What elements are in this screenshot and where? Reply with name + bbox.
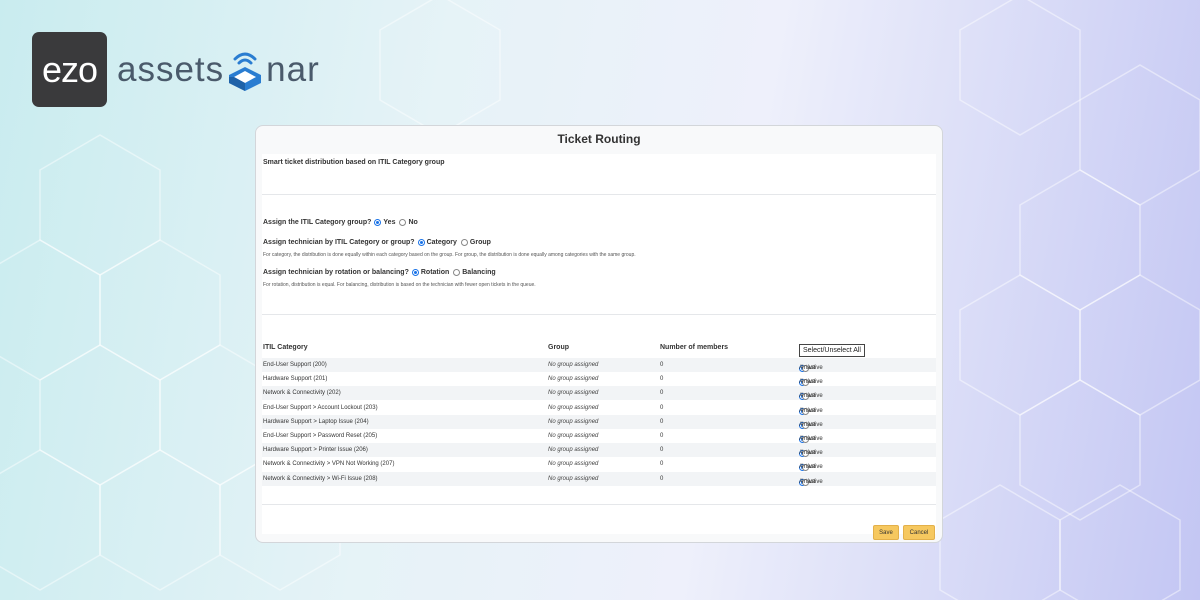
- radio-rotation-control[interactable]: [411, 269, 419, 276]
- header-members: Number of members: [660, 344, 729, 351]
- row-members: 0: [660, 447, 664, 454]
- table-row: End-User Support (200) No group assigned 0…: [262, 358, 936, 372]
- intro-text: Smart ticket distribution based on ITIL …: [263, 159, 445, 166]
- row-group: No group assigned: [548, 475, 599, 482]
- dialog-title: Ticket Routing: [557, 132, 641, 146]
- row-group: No group assigned: [548, 461, 599, 468]
- dialog-panel: Smart ticket distribution based on ITIL …: [262, 154, 936, 534]
- row-category: Hardware Support (201): [263, 376, 328, 383]
- row-category: Network & Connectivity (202): [263, 390, 341, 397]
- table-row: End-User Support > Password Reset (205) N…: [263, 433, 823, 443]
- row-members: 0: [660, 362, 664, 368]
- radio-group-control[interactable]: [460, 239, 468, 246]
- row-members: 0: [660, 376, 664, 383]
- header-itil-category: ITIL Category: [263, 344, 308, 351]
- table-row: Hardware Support (201) No group assigned 0…: [263, 376, 823, 387]
- table-header: ITIL Category Group Number of members Se…: [262, 340, 936, 358]
- row-group: No group assigned: [548, 390, 599, 397]
- radio-rotation[interactable]: Rotation: [411, 269, 449, 276]
- row-category: Hardware Support > Printer Issue (206): [263, 447, 368, 454]
- table-row: Hardware Support > Printer Issue (206) No…: [262, 443, 936, 458]
- row-group: No group assigned: [548, 376, 599, 383]
- brand-logo: ezo assets nar: [32, 32, 320, 107]
- row-category: End-User Support > Account Lockout (203): [263, 404, 378, 411]
- row-category: Hardware Support > Laptop Issue (204): [263, 418, 369, 425]
- row-members: 0: [660, 390, 664, 397]
- divider: [262, 504, 936, 505]
- cancel-button[interactable]: Cancel: [903, 525, 935, 540]
- table-row: End-User Support > Account Lockout (203)…: [263, 404, 823, 415]
- rotation-balancing-note: For rotation, distribution is equal. For…: [263, 282, 536, 288]
- assetsonar-wordmark: assets nar: [117, 47, 320, 93]
- table-row: Network & Connectivity > VPN Not Working…: [263, 461, 823, 472]
- select-unselect-all-button[interactable]: Select/Unselect All: [799, 344, 865, 357]
- itil-group-question: Assign the ITIL Category group? Yes No: [263, 219, 418, 226]
- radio-yes-control[interactable]: [374, 219, 382, 226]
- row-members: 0: [660, 461, 664, 468]
- divider: [262, 194, 936, 195]
- header-group: Group: [548, 344, 569, 351]
- radio-balancing[interactable]: Balancing: [453, 269, 496, 276]
- row-category: End-User Support (200): [263, 362, 327, 368]
- radio-no[interactable]: No: [399, 219, 418, 226]
- row-members: 0: [660, 404, 664, 411]
- category-group-note: For category, the distribution is done e…: [263, 252, 636, 258]
- radio-yes[interactable]: Yes: [374, 219, 395, 226]
- ezo-logo-box: ezo: [32, 32, 107, 107]
- ticket-routing-dialog: Ticket Routing Smart ticket distribution…: [255, 125, 943, 543]
- radio-category-control[interactable]: [417, 239, 425, 246]
- radio-category[interactable]: Category: [417, 239, 457, 246]
- rotation-or-balancing-question: Assign technician by rotation or balanci…: [263, 269, 496, 276]
- table-row: Network & Connectivity (202) No group ass…: [262, 386, 936, 401]
- category-or-group-question: Assign technician by ITIL Category or gr…: [263, 239, 491, 246]
- row-members: 0: [660, 418, 664, 425]
- table-row: Network & Connectivity > Wi-Fi Issue (20…: [262, 471, 936, 486]
- row-group: No group assigned: [548, 418, 599, 425]
- row-category: End-User Support > Password Reset (205): [263, 433, 378, 439]
- row-group: No group assigned: [548, 362, 599, 368]
- row-group: No group assigned: [548, 404, 599, 411]
- row-members: 0: [660, 475, 664, 482]
- radio-group[interactable]: Group: [460, 239, 491, 246]
- row-category: Network & Connectivity > VPN Not Working…: [263, 461, 395, 468]
- divider: [262, 314, 936, 315]
- save-button[interactable]: Save: [873, 525, 899, 540]
- table-row: Hardware Support > Laptop Issue (204) No …: [262, 414, 936, 429]
- row-group: No group assigned: [548, 447, 599, 454]
- row-category: Network & Connectivity > Wi-Fi Issue (20…: [263, 475, 378, 482]
- sonar-o-icon: [229, 52, 262, 91]
- radio-balancing-control[interactable]: [453, 269, 461, 276]
- radio-no-control[interactable]: [399, 219, 407, 226]
- row-group: No group assigned: [548, 433, 599, 439]
- row-members: 0: [660, 433, 664, 439]
